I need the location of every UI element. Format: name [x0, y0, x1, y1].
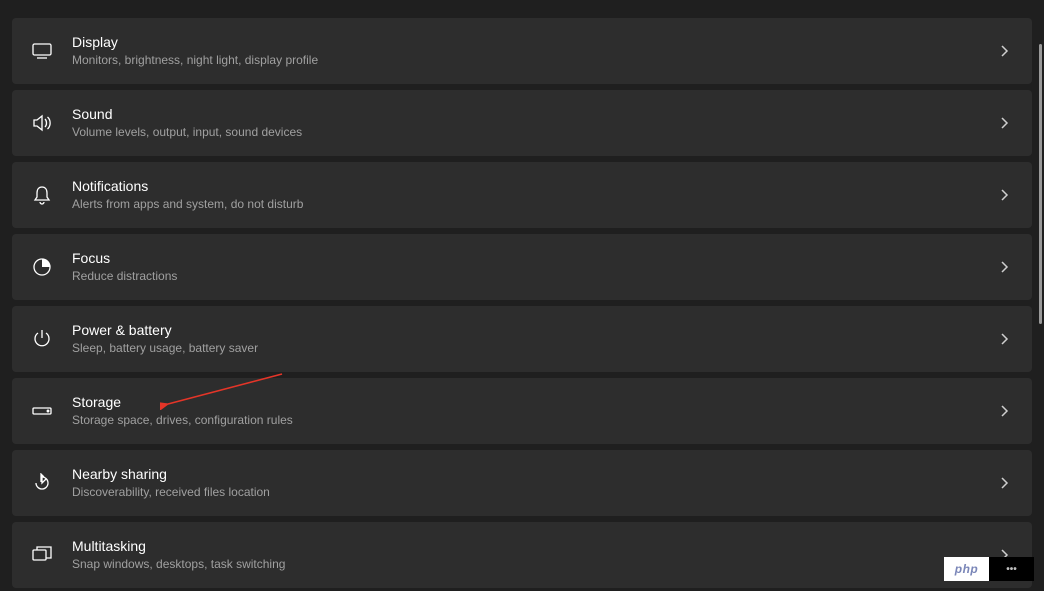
settings-item-focus[interactable]: Focus Reduce distractions: [12, 234, 1032, 300]
settings-item-power[interactable]: Power & battery Sleep, battery usage, ba…: [12, 306, 1032, 372]
item-subtitle: Discoverability, received files location: [72, 485, 996, 501]
storage-icon: [30, 399, 54, 423]
item-title: Storage: [72, 393, 996, 411]
item-subtitle: Monitors, brightness, night light, displ…: [72, 53, 996, 69]
item-subtitle: Reduce distractions: [72, 269, 996, 285]
item-title: Multitasking: [72, 537, 996, 555]
share-icon: [30, 471, 54, 495]
sound-icon: [30, 111, 54, 135]
settings-item-sound[interactable]: Sound Volume levels, output, input, soun…: [12, 90, 1032, 156]
chevron-right-icon: [996, 44, 1012, 58]
watermark-badge: php •••: [944, 557, 1034, 581]
multitask-icon: [30, 543, 54, 567]
settings-item-nearby-sharing[interactable]: Nearby sharing Discoverability, received…: [12, 450, 1032, 516]
item-subtitle: Alerts from apps and system, do not dist…: [72, 197, 996, 213]
item-title: Power & battery: [72, 321, 996, 339]
settings-item-display[interactable]: Display Monitors, brightness, night ligh…: [12, 18, 1032, 84]
item-title: Display: [72, 33, 996, 51]
chevron-right-icon: [996, 404, 1012, 418]
chevron-right-icon: [996, 476, 1012, 490]
settings-item-storage[interactable]: Storage Storage space, drives, configura…: [12, 378, 1032, 444]
item-title: Notifications: [72, 177, 996, 195]
chevron-right-icon: [996, 116, 1012, 130]
display-icon: [30, 39, 54, 63]
chevron-right-icon: [996, 332, 1012, 346]
settings-item-multitasking[interactable]: Multitasking Snap windows, desktops, tas…: [12, 522, 1032, 588]
power-icon: [30, 327, 54, 351]
item-subtitle: Sleep, battery usage, battery saver: [72, 341, 996, 357]
badge-right-text: •••: [989, 557, 1034, 581]
chevron-right-icon: [996, 260, 1012, 274]
scrollbar-thumb[interactable]: [1039, 44, 1042, 324]
badge-left-text: php: [944, 557, 989, 581]
item-subtitle: Volume levels, output, input, sound devi…: [72, 125, 996, 141]
item-subtitle: Storage space, drives, configuration rul…: [72, 413, 996, 429]
item-subtitle: Snap windows, desktops, task switching: [72, 557, 996, 573]
focus-icon: [30, 255, 54, 279]
item-title: Nearby sharing: [72, 465, 996, 483]
settings-list: Display Monitors, brightness, night ligh…: [0, 0, 1044, 591]
bell-icon: [30, 183, 54, 207]
item-title: Sound: [72, 105, 996, 123]
item-title: Focus: [72, 249, 996, 267]
chevron-right-icon: [996, 188, 1012, 202]
settings-item-notifications[interactable]: Notifications Alerts from apps and syste…: [12, 162, 1032, 228]
